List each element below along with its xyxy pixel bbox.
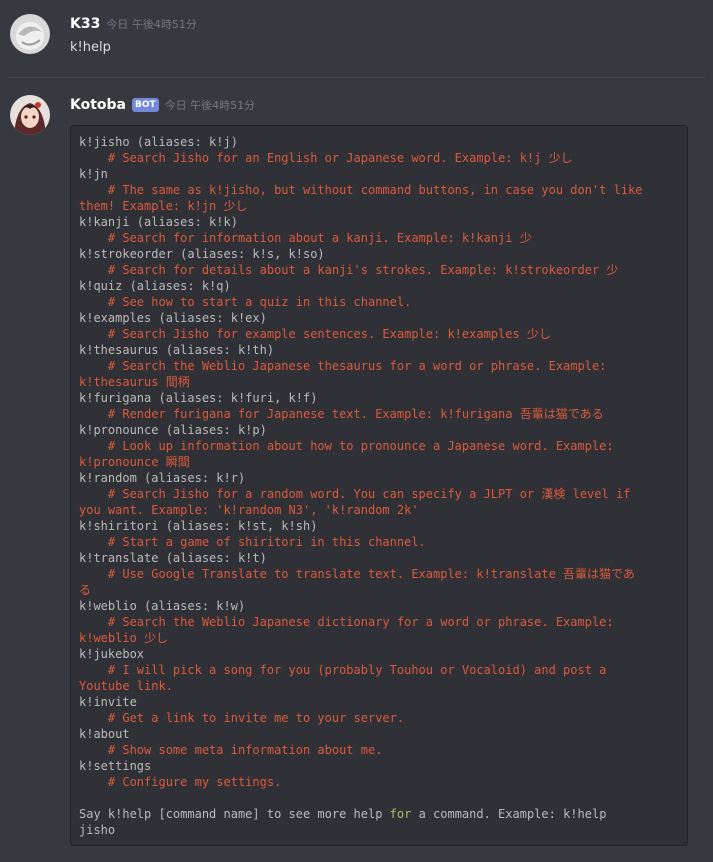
timestamp: 今日 午後4時51分: [164, 99, 256, 112]
command-description: # Configure my settings.: [79, 775, 282, 789]
command-line: k!jn: [79, 167, 108, 181]
command-line: k!thesaurus (aliases: k!th): [79, 343, 275, 357]
message-divider: [8, 77, 705, 78]
command-description: # Search for details about a kanji's str…: [79, 263, 619, 277]
command-description: # The same as k!jisho, but without comma…: [79, 183, 643, 197]
timestamp: 今日 午後4時51分: [106, 18, 197, 31]
k33-avatar[interactable]: [10, 14, 50, 54]
command-description: # Search Jisho for a random word. You ca…: [79, 487, 631, 501]
command-description: k!weblio 少し: [79, 631, 169, 645]
command-line: k!kanji (aliases: k!k): [79, 215, 238, 229]
command-description: # Search for information about a kanji. …: [79, 231, 532, 245]
command-line: k!pronounce (aliases: k!p): [79, 423, 267, 437]
command-description: # Use Google Translate to translate text…: [79, 567, 635, 581]
avatar-icon: [10, 14, 50, 54]
command-line: k!strokeorder (aliases: k!s, k!so): [79, 247, 325, 261]
command-description: # Show some meta information about me.: [79, 743, 383, 757]
command-description: る: [79, 583, 92, 597]
avatar-icon: [10, 95, 50, 135]
command-line: k!shiritori (aliases: k!st, k!sh): [79, 519, 318, 533]
command-description: # Get a link to invite me to your server…: [79, 711, 405, 725]
command-line: k!jukebox: [79, 647, 145, 661]
command-description: # Search the Weblio Japanese thesaurus f…: [79, 359, 607, 373]
command-line: k!invite: [79, 695, 137, 709]
footer-text: a command. Example: k!help: [411, 807, 607, 821]
command-line: k!translate (aliases: k!t): [79, 551, 267, 565]
command-description: # Search the Weblio Japanese dictionary …: [79, 615, 614, 629]
command-description: # Look up information about how to prono…: [79, 439, 614, 453]
footer-keyword: for: [389, 807, 412, 821]
command-line: k!examples (aliases: k!ex): [79, 311, 267, 325]
command-line: k!weblio (aliases: k!w): [79, 599, 246, 613]
command-line: k!about: [79, 727, 130, 741]
bot-tag: BOT: [132, 98, 159, 112]
command-description: Youtube link.: [79, 679, 173, 693]
footer-line: jisho: [79, 823, 116, 837]
command-description: k!pronounce 瞬間: [79, 455, 190, 469]
k33-header: K33 今日 午後4時51分: [70, 16, 197, 32]
footer-line: Say k!help [command name] to see more he…: [79, 806, 687, 822]
kotoba-header: Kotoba BOT 今日 午後4時51分: [70, 97, 255, 113]
username[interactable]: K33: [70, 16, 100, 32]
help-codeblock: k!jisho (aliases: k!j) # Search Jisho fo…: [70, 125, 688, 846]
username[interactable]: Kotoba: [70, 97, 126, 113]
command-line: k!quiz (aliases: k!q): [79, 279, 231, 293]
footer-text: Say k!help [command name] to see more he…: [79, 807, 390, 821]
kotoba-avatar[interactable]: [10, 95, 50, 135]
command-line: k!settings: [79, 759, 152, 773]
command-line: k!jisho (aliases: k!j): [79, 135, 238, 149]
command-description: # Start a game of shiritori in this chan…: [79, 535, 426, 549]
command-description: k!thesaurus 間柄: [79, 375, 190, 389]
command-description: # See how to start a quiz in this channe…: [79, 295, 412, 309]
command-description: # Search Jisho for example sentences. Ex…: [79, 327, 551, 341]
command-description: # Render furigana for Japanese text. Exa…: [79, 407, 604, 421]
command-description: them! Example: k!jn 少し: [79, 199, 248, 213]
message-text: k!help: [70, 40, 111, 55]
command-line: k!random (aliases: k!r): [79, 471, 246, 485]
command-description: # Search Jisho for an English or Japanes…: [79, 151, 573, 165]
command-description: you want. Example: 'k!random N3', 'k!ran…: [79, 503, 419, 517]
command-description: # I will pick a song for you (probably T…: [79, 663, 607, 677]
command-line: k!furigana (aliases: k!furi, k!f): [79, 391, 318, 405]
